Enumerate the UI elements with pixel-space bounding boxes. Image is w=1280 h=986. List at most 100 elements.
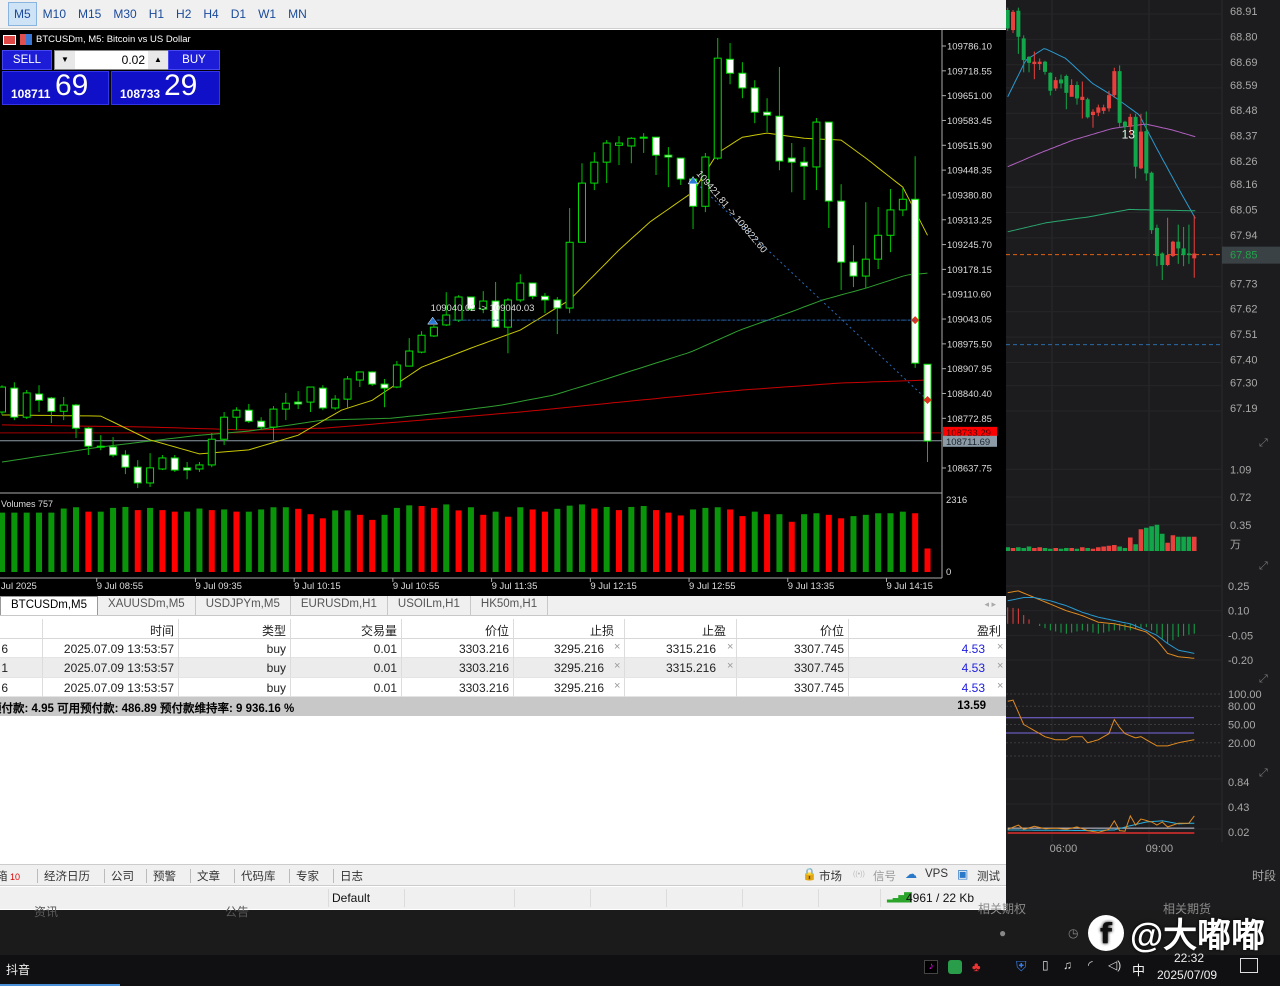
right-bull-candle[interactable] [1133, 116, 1138, 167]
bull-candle[interactable] [713, 57, 722, 159]
lot-decrease-button[interactable]: ▼ [55, 51, 75, 69]
bull-candle[interactable] [195, 464, 204, 470]
bull-candle[interactable] [417, 334, 426, 353]
bull-candle[interactable] [343, 378, 352, 400]
bull-candle[interactable] [59, 404, 68, 412]
volume-icon[interactable]: ◁) [1108, 958, 1121, 972]
toolbox-tab[interactable]: 代码库 [241, 868, 276, 884]
bull-candle[interactable] [392, 364, 401, 388]
column-header[interactable]: 类型 [262, 622, 286, 639]
right-bull-candle[interactable] [1144, 131, 1149, 174]
lot-increase-button[interactable]: ▲ [148, 51, 168, 69]
bull-candle[interactable] [0, 386, 6, 413]
bull-candle[interactable] [516, 282, 525, 301]
sell-button[interactable]: SELL [2, 50, 52, 70]
buy-price-button[interactable]: 108733 29 [111, 69, 220, 105]
column-header[interactable]: 时间 [150, 622, 174, 639]
clock-date[interactable]: 2025/07/09 [1157, 968, 1217, 982]
bear-candle[interactable] [368, 371, 377, 385]
close-profit-icon[interactable]: × [997, 641, 1003, 653]
symbol-tab[interactable]: USDJPYm,M5 [196, 596, 291, 615]
timeframe-m30[interactable]: M30 [107, 2, 142, 26]
bull-candle[interactable] [207, 438, 216, 466]
bear-candle[interactable] [257, 420, 266, 428]
column-header[interactable]: 止盈 [702, 622, 726, 639]
column-header[interactable]: 盈利 [977, 622, 1001, 639]
column-header[interactable]: 价位 [820, 622, 844, 639]
bear-candle[interactable] [318, 387, 327, 409]
signal-icon[interactable]: ((•)) [853, 871, 865, 878]
right-bull-candle[interactable] [1122, 121, 1127, 127]
bear-candle[interactable] [849, 261, 858, 277]
period-button[interactable]: 时段 [1252, 868, 1276, 883]
bull-candle[interactable] [269, 408, 278, 428]
bull-candle[interactable] [565, 241, 574, 309]
right-bull-candle[interactable] [1043, 61, 1048, 72]
bear-candle[interactable] [787, 157, 796, 163]
bull-candle[interactable] [602, 142, 611, 163]
close-sl-icon[interactable]: × [614, 660, 620, 672]
bull-candle[interactable] [405, 350, 414, 367]
toolbox-tab[interactable]: 文章 [197, 868, 220, 884]
bear-candle[interactable] [652, 136, 661, 156]
timeframe-h2[interactable]: H2 [170, 2, 197, 26]
timeframe-m10[interactable]: M10 [37, 2, 72, 26]
bear-candle[interactable] [639, 136, 648, 139]
right-bull-candle[interactable] [1048, 72, 1053, 91]
right-bear-candle[interactable] [1138, 131, 1143, 169]
close-tp-icon[interactable]: × [727, 641, 733, 653]
right-bear-candle[interactable] [1128, 116, 1133, 127]
green-app-tray-icon[interactable] [948, 960, 962, 974]
toolbox-tab[interactable]: 公司 [111, 868, 134, 884]
right-bull-candle[interactable] [1064, 76, 1069, 93]
symbol-tab[interactable]: XAUUSDm,M5 [98, 596, 196, 615]
right-bear-candle[interactable] [1106, 95, 1111, 109]
right-bear-candle[interactable] [1101, 107, 1106, 111]
right-bull-candle[interactable] [1021, 38, 1026, 61]
bear-candle[interactable] [800, 161, 809, 167]
bull-candle[interactable] [861, 258, 870, 277]
bear-candle[interactable] [763, 111, 772, 116]
lock-icon[interactable]: 🔒 [802, 867, 817, 881]
right-bull-candle[interactable] [1074, 85, 1079, 99]
bear-candle[interactable] [244, 409, 253, 422]
bear-candle[interactable] [528, 282, 537, 297]
bull-candle[interactable] [146, 467, 155, 484]
right-bull-candle[interactable] [1027, 56, 1032, 63]
bear-candle[interactable] [676, 157, 685, 180]
bear-candle[interactable] [824, 121, 833, 202]
bear-candle[interactable] [133, 466, 142, 484]
toolbox-tab[interactable]: 日志 [340, 868, 363, 884]
tester-tab[interactable]: 测试 [977, 868, 1000, 884]
right-bear-candle[interactable] [1080, 96, 1085, 101]
ime-indicator[interactable]: 中 [1132, 960, 1145, 979]
right-bull-candle[interactable] [1085, 99, 1090, 118]
toolbox-tab[interactable]: 经济日历 [44, 868, 90, 884]
bear-candle[interactable] [380, 383, 389, 389]
bull-candle[interactable] [355, 371, 364, 381]
bull-candle[interactable] [615, 142, 623, 146]
bear-candle[interactable] [738, 72, 747, 89]
sell-price-button[interactable]: 108711 69 [2, 69, 109, 105]
close-sl-icon[interactable]: × [614, 680, 620, 692]
tab-scroll-arrows[interactable]: ◂ ▸ [984, 599, 996, 610]
bear-candle[interactable] [109, 446, 118, 456]
right-bull-candle[interactable] [1160, 253, 1165, 266]
right-bull-candle[interactable] [1117, 71, 1122, 123]
clock-time[interactable]: 22:32 [1174, 951, 1204, 965]
bear-candle[interactable] [47, 397, 56, 412]
bear-candle[interactable] [10, 387, 19, 418]
symbol-tab[interactable]: BTCUSDm,M5 [0, 596, 99, 615]
right-bear-candle[interactable] [1053, 80, 1058, 89]
bull-candle[interactable] [306, 386, 315, 403]
buy-button[interactable]: BUY [168, 50, 220, 70]
timeframe-h4[interactable]: H4 [197, 2, 224, 26]
bull-candle[interactable] [220, 416, 229, 440]
table-row[interactable]: 1 2025.07.09 13:53:57 buy 0.01 3303.216 3295.… [0, 658, 1006, 678]
bear-candle[interactable] [837, 200, 846, 263]
right-bull-candle[interactable] [1154, 227, 1159, 257]
close-profit-icon[interactable]: × [997, 660, 1003, 672]
table-row[interactable]: 6 2025.07.09 13:53:57 buy 0.01 3303.216 3295.… [0, 638, 1006, 658]
notification-center-icon[interactable] [1240, 958, 1258, 973]
right-bull-candle[interactable] [1181, 248, 1186, 256]
